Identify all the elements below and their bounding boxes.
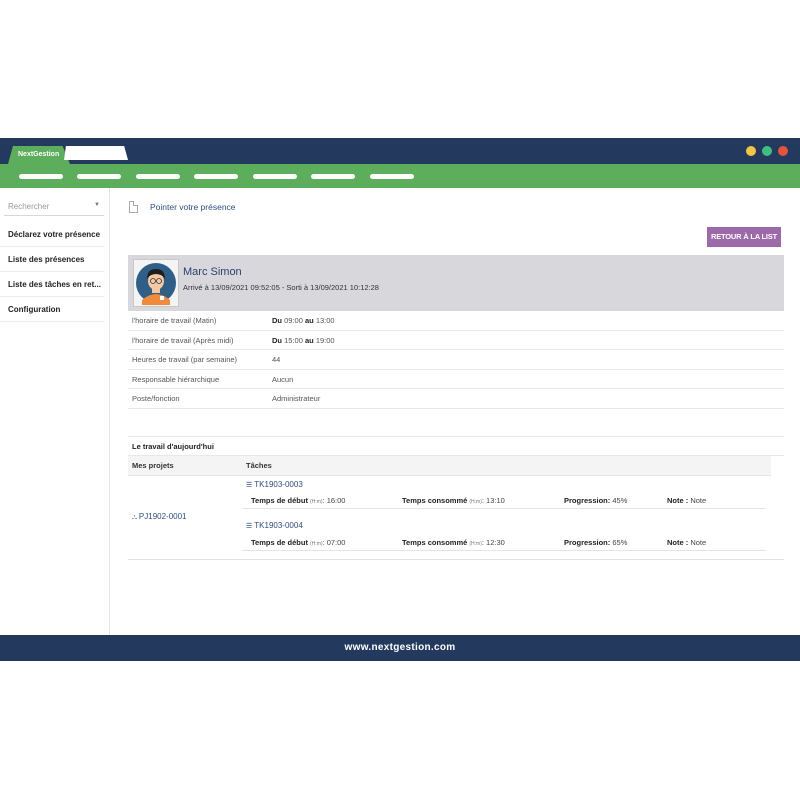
task-link[interactable]: ☰ TK1903-0004 (246, 521, 303, 530)
table-row: Poste/fonction Administrateur (128, 389, 784, 409)
task-consumed: Temps consommé (H:m): 12:30 (402, 538, 505, 547)
info-value: Du 09:00 au 13:00 (272, 316, 335, 325)
info-value: 44 (272, 355, 281, 364)
top-menu-bar (0, 164, 800, 188)
search-placeholder: Rechercher (8, 202, 50, 211)
project-tree-icon: ⛬ (132, 514, 137, 521)
info-value: Du 15:00 au 19:00 (272, 335, 335, 345)
sidebar-item-liste-presences[interactable]: Liste des présences (0, 247, 104, 272)
tab-new[interactable] (64, 146, 128, 160)
user-avatar-icon (136, 263, 176, 305)
close-dot[interactable] (778, 146, 788, 156)
work-table-header: Mes projets Tâches (128, 456, 771, 476)
minimize-dot[interactable] (746, 146, 756, 156)
project-link[interactable]: ⛬ PJ1902-0001 (132, 512, 187, 522)
task-note: Note : Note (667, 538, 707, 547)
task-start: Temps de début (H:m): 16:00 (251, 496, 346, 505)
sidebar-item-configuration[interactable]: Configuration (0, 297, 104, 322)
sidebar-item-liste-taches[interactable]: Liste des tâches en ret... (0, 272, 104, 297)
info-label: Responsable hiérarchique (132, 374, 220, 384)
search-select[interactable]: Rechercher ▼ (4, 198, 104, 216)
menu-item-4[interactable] (194, 174, 238, 179)
section-title: Le travail d'aujourd'hui (128, 436, 784, 456)
menu-item-2[interactable] (77, 174, 121, 179)
task-progress: Progression: 45% (564, 496, 628, 505)
maximize-dot[interactable] (762, 146, 772, 156)
caret-down-icon: ▼ (94, 202, 100, 208)
table-row: Heures de travail (par semaine) 44 (128, 350, 784, 370)
task-progress: Progression: 65% (564, 538, 628, 547)
info-value: Aucun (272, 374, 294, 384)
table-row: Responsable hiérarchique Aucun (128, 370, 784, 389)
task-list-icon: ☰ (246, 482, 253, 489)
profile-name: Marc Simon (183, 266, 242, 278)
breadcrumb-link[interactable]: Pointer votre présence (150, 202, 236, 212)
profile-card: Marc Simon Arrivé à 13/09/2021 09:52:05 … (128, 255, 784, 311)
info-table: l'horaire de travail (Matin) Du 09:00 au… (128, 311, 784, 409)
profile-times: Arrivé à 13/09/2021 09:52:05 - Sorti à 1… (183, 283, 379, 292)
main-content: Pointer votre présence RETOUR À LA LIST … (111, 188, 800, 635)
info-value: Administrateur (272, 394, 321, 403)
title-bar: NextGestion (0, 138, 800, 164)
task-note: Note : Note (667, 496, 707, 505)
info-label: Heures de travail (par semaine) (132, 355, 238, 364)
footer-bar: www.nextgestion.com (0, 635, 800, 661)
task-start: Temps de début (H:m): 07:00 (251, 538, 346, 547)
sidebar-item-declarez[interactable]: Déclarez votre présence (0, 222, 104, 247)
menu-item-1[interactable] (19, 174, 63, 179)
back-to-list-button[interactable]: RETOUR À LA LIST (707, 227, 781, 247)
table-row: l'horaire de travail (Après midi) Du 15:… (128, 331, 784, 350)
menu-item-3[interactable] (136, 174, 180, 179)
menu-item-5[interactable] (253, 174, 297, 179)
menu-item-6[interactable] (311, 174, 355, 179)
task-consumed: Temps consommé (H:m): 13:10 (402, 496, 505, 505)
sidebar: Rechercher ▼ Déclarez votre présence Lis… (0, 188, 110, 635)
column-header-projects: Mes projets (132, 461, 174, 470)
info-label: l'horaire de travail (Matin) (132, 316, 217, 325)
task-details-row: Temps de début (H:m): 07:00 Temps consom… (242, 535, 766, 551)
task-details-row: Temps de début (H:m): 16:00 Temps consom… (242, 493, 766, 509)
today-work-panel: Le travail d'aujourd'hui Mes projets Tâc… (128, 436, 784, 560)
column-header-tasks: Tâches (246, 461, 272, 470)
tab-nextgestion[interactable]: NextGestion (8, 146, 70, 164)
info-label: l'horaire de travail (Après midi) (132, 335, 234, 345)
task-link[interactable]: ☰ TK1903-0003 (246, 480, 303, 489)
menu-item-7[interactable] (370, 174, 414, 179)
table-row: l'horaire de travail (Matin) Du 09:00 au… (128, 311, 784, 331)
info-label: Poste/fonction (132, 394, 180, 403)
document-icon (129, 201, 138, 213)
app-window: NextGestion Rechercher ▼ Déclarez votre … (0, 138, 800, 661)
avatar (133, 259, 179, 307)
task-list-icon: ☰ (246, 523, 253, 530)
